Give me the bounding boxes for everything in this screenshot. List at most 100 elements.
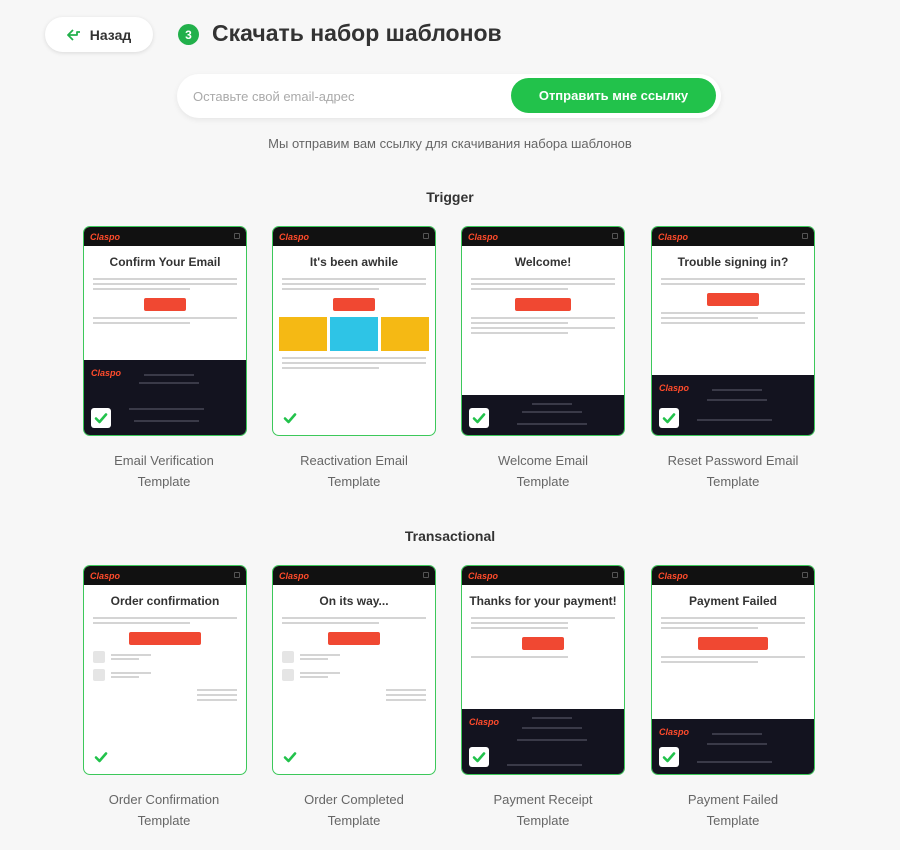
template-caption: Payment Receipt Template xyxy=(453,789,633,831)
template-caption-line2: Template xyxy=(706,813,760,828)
template-caption-line2: Template xyxy=(516,474,570,489)
template-caption: Welcome Email Template xyxy=(453,450,633,492)
template-caption-line2: Template xyxy=(327,474,381,489)
template-caption: Email Verification Template xyxy=(74,450,254,492)
check-icon xyxy=(283,752,297,763)
preview-button xyxy=(328,632,380,645)
preview-header: Claspo xyxy=(462,227,624,246)
section-title-transactional: Transactional xyxy=(404,528,496,544)
template-card-reset-password-email[interactable]: Claspo Trouble signing in? Claspo xyxy=(651,226,815,436)
menu-icon xyxy=(423,572,429,578)
check-icon xyxy=(94,752,108,763)
preview-title: Thanks for your payment! xyxy=(469,594,617,608)
preview-title: Payment Failed xyxy=(688,594,778,608)
preview-title: Order confirmation xyxy=(110,594,220,608)
preview-header: Claspo xyxy=(84,566,246,585)
selected-checkbox[interactable] xyxy=(659,747,679,767)
template-caption-line1: Reset Password Email xyxy=(667,453,799,468)
brand-logo: Claspo xyxy=(279,231,310,242)
preview-button xyxy=(333,298,375,311)
check-icon xyxy=(94,413,108,424)
template-caption-line1: Order Confirmation xyxy=(108,792,220,807)
template-caption-line2: Template xyxy=(706,474,760,489)
preview-title: It's been awhile xyxy=(309,255,399,269)
brand-logo: Claspo xyxy=(659,383,690,393)
section-title-trigger: Trigger xyxy=(426,189,474,205)
email-form: Отправить мне ссылку xyxy=(177,74,721,118)
menu-icon xyxy=(612,572,618,578)
brand-logo: Claspo xyxy=(90,231,121,242)
preview-header: Claspo xyxy=(273,566,435,585)
template-card-email-verification[interactable]: Claspo Confirm Your Email Claspo xyxy=(83,226,247,436)
template-caption-line1: Payment Receipt xyxy=(493,792,593,807)
brand-logo: Claspo xyxy=(469,717,500,727)
selected-checkbox[interactable] xyxy=(469,747,489,767)
check-icon xyxy=(472,413,486,424)
brand-logo: Claspo xyxy=(659,727,690,737)
preview-title: Welcome! xyxy=(514,255,572,269)
page-title: Скачать набор шаблонов xyxy=(212,20,502,46)
menu-icon xyxy=(234,233,240,239)
step-number-badge: 3 xyxy=(178,24,199,45)
template-card-welcome-email[interactable]: Claspo Welcome! xyxy=(461,226,625,436)
selected-checkbox[interactable] xyxy=(469,408,489,428)
check-icon xyxy=(662,413,676,424)
template-caption: Order Confirmation Template xyxy=(74,789,254,831)
check-icon xyxy=(472,752,486,763)
selected-checkbox[interactable] xyxy=(91,747,111,767)
template-card-order-confirmation[interactable]: Claspo Order confirmation xyxy=(83,565,247,775)
preview-button xyxy=(707,293,759,306)
preview-header: Claspo xyxy=(652,227,814,246)
template-caption: Order Completed Template xyxy=(264,789,444,831)
selected-checkbox[interactable] xyxy=(91,408,111,428)
template-caption-line1: Payment Failed xyxy=(687,792,779,807)
brand-logo: Claspo xyxy=(468,231,499,242)
brand-logo: Claspo xyxy=(90,570,121,581)
check-icon xyxy=(283,413,297,424)
template-card-payment-failed[interactable]: Claspo Payment Failed Claspo xyxy=(651,565,815,775)
selected-checkbox[interactable] xyxy=(280,747,300,767)
brand-logo: Claspo xyxy=(91,368,122,378)
brand-logo: Claspo xyxy=(658,231,689,242)
arrow-left-icon xyxy=(66,28,80,41)
menu-icon xyxy=(234,572,240,578)
menu-icon xyxy=(612,233,618,239)
template-caption: Reactivation Email Template xyxy=(264,450,444,492)
menu-icon xyxy=(802,572,808,578)
template-caption-line2: Template xyxy=(137,474,191,489)
template-caption-line2: Template xyxy=(137,813,191,828)
preview-button xyxy=(144,298,186,311)
email-input[interactable] xyxy=(193,83,493,109)
brand-logo: Claspo xyxy=(658,570,689,581)
template-caption-line1: Reactivation Email xyxy=(300,453,408,468)
preview-header: Claspo xyxy=(652,566,814,585)
menu-icon xyxy=(802,233,808,239)
preview-header: Claspo xyxy=(462,566,624,585)
preview-header: Claspo xyxy=(84,227,246,246)
back-button-label: Назад xyxy=(89,26,132,43)
template-card-order-completed[interactable]: Claspo On its way... xyxy=(272,565,436,775)
template-caption: Reset Password Email Template xyxy=(643,450,823,492)
preview-title: Confirm Your Email xyxy=(109,255,221,269)
brand-logo: Claspo xyxy=(468,570,499,581)
preview-title: Trouble signing in? xyxy=(677,255,789,269)
preview-button xyxy=(522,637,564,650)
selected-checkbox[interactable] xyxy=(280,408,300,428)
brand-logo: Claspo xyxy=(279,570,310,581)
menu-icon xyxy=(423,233,429,239)
template-caption-line2: Template xyxy=(327,813,381,828)
template-caption: Payment Failed Template xyxy=(643,789,823,831)
selected-checkbox[interactable] xyxy=(659,408,679,428)
template-caption-line2: Template xyxy=(516,813,570,828)
preview-thumbnails xyxy=(279,317,429,351)
preview-header: Claspo xyxy=(273,227,435,246)
send-link-button[interactable]: Отправить мне ссылку xyxy=(511,78,716,113)
preview-button xyxy=(129,632,201,645)
template-card-payment-receipt[interactable]: Claspo Thanks for your payment! Claspo xyxy=(461,565,625,775)
template-caption-line1: Welcome Email xyxy=(497,453,589,468)
template-card-reactivation-email[interactable]: Claspo It's been awhile xyxy=(272,226,436,436)
preview-button xyxy=(698,637,768,650)
back-button[interactable]: Назад xyxy=(45,17,153,52)
template-caption-line1: Email Verification xyxy=(114,453,214,468)
template-caption-line1: Order Completed xyxy=(304,792,404,807)
